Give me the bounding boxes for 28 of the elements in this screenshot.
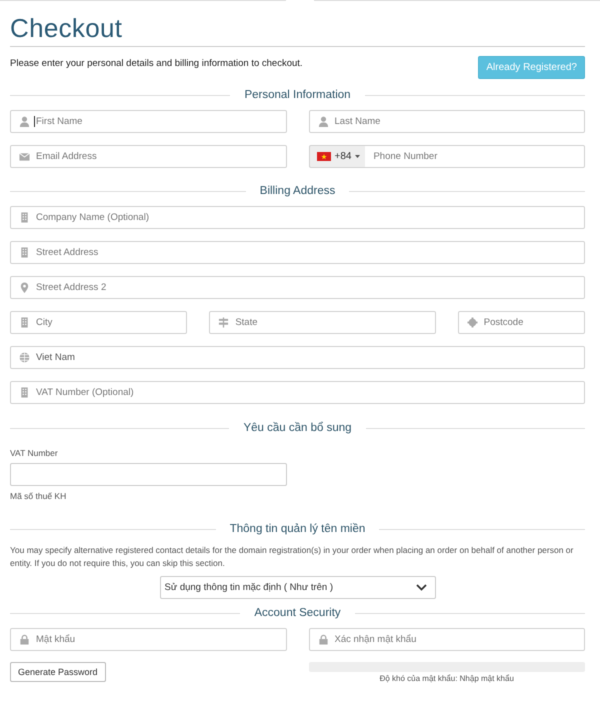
intro-text: Please enter your personal details and billing information to checkout. [10, 58, 303, 69]
section-heading: Account Security [254, 607, 341, 619]
description-text: You may specify alternative registered contact details for the domain registration(s) in your order when placing an order on behalf of another person or entity. If you do not require this, you can skip this section. [10, 544, 574, 570]
section-heading: Personal Information [244, 89, 351, 101]
page-title: Checkout [10, 12, 124, 43]
vat-number-field[interactable] [10, 463, 287, 486]
text-field[interactable]: Last Name [308, 110, 585, 133]
section-heading: Yêu cầu cần bổ sung [243, 422, 352, 434]
text-field[interactable]: Street Address 2 [10, 276, 585, 299]
field-label: VAT Number [10, 448, 59, 458]
help-text: Mã số thuế KH [10, 491, 68, 501]
text-field[interactable]: Company Name (Optional) [10, 206, 585, 229]
contact-select[interactable]: Sử dụng thông tin mặc định ( Như trên ) [160, 576, 436, 599]
text-field[interactable]: Postcode [458, 311, 585, 334]
text-field[interactable]: State [209, 311, 436, 334]
text-field[interactable]: Xác nhận mật khẩu [308, 628, 585, 651]
generate-password-button[interactable]: Generate Password [10, 662, 106, 682]
chevron-down-icon [416, 584, 426, 591]
text-field[interactable]: City [10, 311, 188, 334]
section-heading: Billing Address [260, 185, 336, 197]
strength-label: Độ khó của mật khẩu: Nhập mật khẩu [378, 674, 515, 683]
text-field[interactable]: Email Address [10, 145, 286, 168]
text-field[interactable]: VAT Number (Optional) [10, 381, 585, 404]
section-heading: Thông tin quản lý tên miền [230, 523, 366, 535]
text-field[interactable]: First Name [10, 110, 286, 133]
country-select[interactable]: Viet Nam [10, 346, 585, 369]
text-field[interactable]: Mật khẩu [10, 628, 286, 651]
text-field[interactable]: Street Address [10, 241, 585, 264]
